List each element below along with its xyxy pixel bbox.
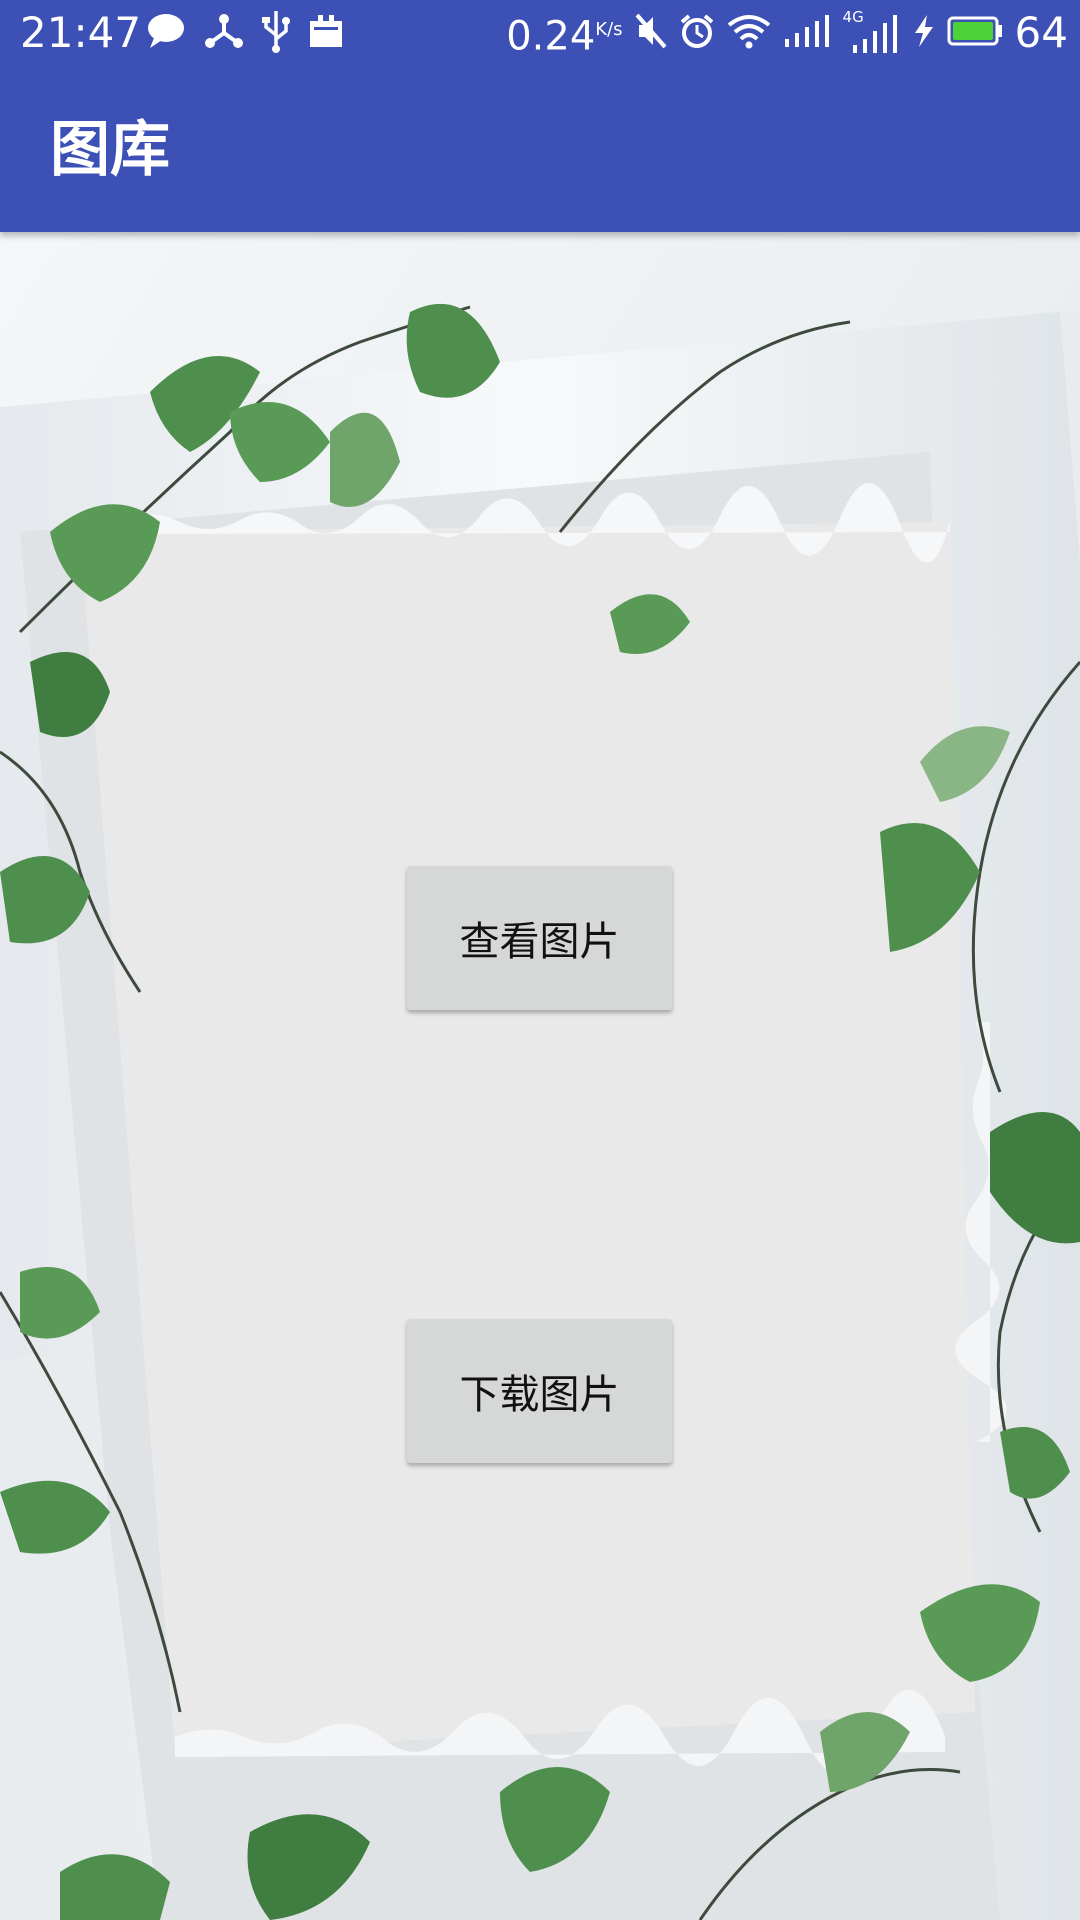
net-speed-value: 0.24 bbox=[506, 13, 596, 60]
status-bar: 21:47 0.24K/s 4G 64 bbox=[0, 0, 1080, 66]
battery-icon bbox=[947, 16, 1003, 50]
net-speed-unit: K/s bbox=[595, 18, 623, 40]
app-bar: 图库 bbox=[0, 66, 1080, 232]
download-images-button[interactable]: 下载图片 bbox=[407, 1319, 672, 1463]
mute-icon bbox=[635, 13, 667, 53]
signal-4g-icon: 4G bbox=[843, 9, 901, 55]
main-content: 查看图片 下载图片 bbox=[0, 232, 1080, 1920]
storage-icon bbox=[308, 13, 344, 53]
usb-icon bbox=[262, 9, 290, 57]
signal-icon bbox=[783, 13, 831, 53]
chat-icon bbox=[146, 12, 186, 54]
notification-icons bbox=[146, 11, 344, 55]
alarm-icon bbox=[679, 13, 715, 53]
usb-debug-icon bbox=[204, 11, 244, 55]
net-speed: 0.24K/s bbox=[506, 3, 622, 63]
view-images-button[interactable]: 查看图片 bbox=[407, 866, 672, 1010]
status-time: 21:47 bbox=[20, 8, 142, 57]
charging-icon bbox=[913, 13, 935, 53]
ivy-frame-background bbox=[0, 232, 1080, 1920]
wifi-icon bbox=[727, 13, 771, 53]
system-icons: 0.24K/s 4G 64 bbox=[506, 6, 1068, 60]
page-title: 图库 bbox=[50, 115, 170, 185]
battery-percent: 64 bbox=[1014, 8, 1068, 57]
